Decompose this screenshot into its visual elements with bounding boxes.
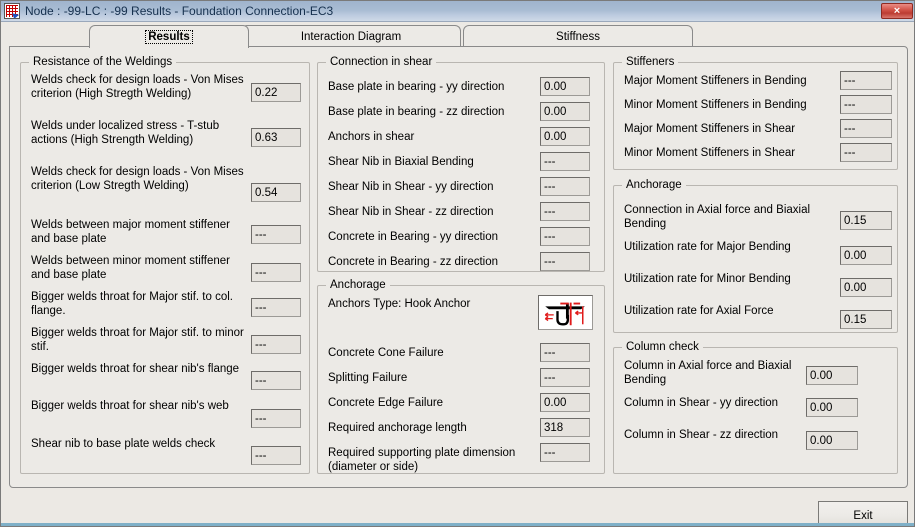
- field-concrete-cone-failure[interactable]: ---: [540, 343, 590, 362]
- label-shear-nib-biaxial-bending: Shear Nib in Biaxial Bending: [328, 156, 474, 168]
- label-base-plate-bearing-yy: Base plate in bearing - yy direction: [328, 81, 505, 93]
- field-welds-localized-stress[interactable]: 0.63: [251, 128, 301, 147]
- group-anchorage-right-title: Anchorage: [622, 179, 686, 191]
- field-shear-nib-base-plate-welds[interactable]: ---: [251, 446, 301, 465]
- label-concrete-cone-failure: Concrete Cone Failure: [328, 347, 444, 359]
- label-required-supporting-plate: Required supporting plate dimension (dia…: [328, 447, 516, 473]
- window-title: Node : -99-LC : -99 Results - Foundation…: [25, 4, 334, 18]
- field-concrete-edge-failure[interactable]: 0.00: [540, 393, 590, 412]
- field-column-shear-zz[interactable]: 0.00: [806, 431, 858, 450]
- field-throat-major-stif-col-flange[interactable]: ---: [251, 298, 301, 317]
- label-throat-shear-nib-web: Bigger welds throat for shear nib's web: [31, 400, 229, 412]
- field-minor-moment-stiffeners-shear[interactable]: ---: [840, 143, 892, 162]
- hook-anchor-diagram-icon: [538, 295, 593, 330]
- exit-button-label: Exit: [853, 510, 873, 522]
- application-window: Node : -99-LC : -99 Results - Foundation…: [0, 0, 915, 527]
- label-welds-minor-stiffener-base-plate: Welds between minor moment stiffener and…: [31, 255, 230, 281]
- tab-results[interactable]: Results: [89, 25, 249, 48]
- field-major-moment-stiffeners-shear[interactable]: ---: [840, 119, 892, 138]
- label-column-shear-zz: Column in Shear - zz direction: [624, 429, 779, 441]
- field-utilization-axial-force[interactable]: 0.15: [840, 310, 892, 329]
- label-welds-localized-stress: Welds under localized stress - T-stub ac…: [31, 120, 220, 146]
- label-connection-axial-biaxial-bending: Connection in Axial force and Biaxial Be…: [624, 204, 811, 230]
- field-anchors-in-shear[interactable]: 0.00: [540, 127, 590, 146]
- group-anchorage-right: Anchorage Connection in Axial force and …: [613, 179, 898, 333]
- group-anchorage-middle-title: Anchorage: [326, 279, 390, 291]
- field-required-anchorage-length[interactable]: 318: [540, 418, 590, 437]
- label-anchors-type: Anchors Type: Hook Anchor: [328, 298, 471, 310]
- tab-stiffness[interactable]: Stiffness: [463, 25, 693, 47]
- group-stiffeners-title: Stiffeners: [622, 56, 679, 68]
- group-anchorage-middle: Anchorage Anchors Type: Hook Anchor Conc…: [317, 279, 605, 474]
- client-area: Results Interaction Diagram Stiffness Re…: [1, 22, 914, 526]
- label-column-shear-yy: Column in Shear - yy direction: [624, 397, 779, 409]
- field-major-moment-stiffeners-bending[interactable]: ---: [840, 71, 892, 90]
- field-welds-check-low-strength[interactable]: 0.54: [251, 183, 301, 202]
- group-column-check: Column check Column in Axial force and B…: [613, 341, 898, 474]
- label-concrete-edge-failure: Concrete Edge Failure: [328, 397, 444, 409]
- field-connection-axial-biaxial-bending[interactable]: 0.15: [840, 211, 892, 230]
- bottom-accent-strip: [1, 523, 914, 526]
- field-minor-moment-stiffeners-bending[interactable]: ---: [840, 95, 892, 114]
- label-throat-major-stif-col-flange: Bigger welds throat for Major stif. to c…: [31, 291, 233, 317]
- field-throat-shear-nib-web[interactable]: ---: [251, 409, 301, 428]
- results-tab-panel: Resistance of the Weldings Welds check f…: [9, 46, 908, 488]
- label-required-anchorage-length: Required anchorage length: [328, 422, 467, 434]
- tab-interaction-diagram-label: Interaction Diagram: [300, 30, 402, 43]
- label-base-plate-bearing-zz: Base plate in bearing - zz direction: [328, 106, 505, 118]
- group-stiffeners: Stiffeners Major Moment Stiffeners in Be…: [613, 56, 898, 170]
- field-shear-nib-shear-zz[interactable]: ---: [540, 202, 590, 221]
- group-connection-in-shear: Connection in shear Base plate in bearin…: [317, 56, 605, 272]
- tab-stiffness-label: Stiffness: [556, 30, 600, 43]
- field-concrete-bearing-zz[interactable]: ---: [540, 252, 590, 271]
- field-shear-nib-biaxial-bending[interactable]: ---: [540, 152, 590, 171]
- label-column-axial-biaxial-bending: Column in Axial force and Biaxial Bendin…: [624, 360, 792, 386]
- field-shear-nib-shear-yy[interactable]: ---: [540, 177, 590, 196]
- field-utilization-minor-bending[interactable]: 0.00: [840, 278, 892, 297]
- label-shear-nib-shear-yy: Shear Nib in Shear - yy direction: [328, 181, 494, 193]
- field-utilization-major-bending[interactable]: 0.00: [840, 246, 892, 265]
- field-throat-shear-nib-flange[interactable]: ---: [251, 371, 301, 390]
- label-minor-moment-stiffeners-bending: Minor Moment Stiffeners in Bending: [624, 99, 807, 111]
- label-major-moment-stiffeners-shear: Major Moment Stiffeners in Shear: [624, 123, 796, 135]
- field-column-axial-biaxial-bending[interactable]: 0.00: [806, 366, 858, 385]
- field-splitting-failure[interactable]: ---: [540, 368, 590, 387]
- field-base-plate-bearing-yy[interactable]: 0.00: [540, 77, 590, 96]
- group-resistance-of-weldings-title: Resistance of the Weldings: [29, 56, 177, 68]
- field-concrete-bearing-yy[interactable]: ---: [540, 227, 590, 246]
- label-major-moment-stiffeners-bending: Major Moment Stiffeners in Bending: [624, 75, 807, 87]
- label-shear-nib-shear-zz: Shear Nib in Shear - zz direction: [328, 206, 494, 218]
- group-column-check-title: Column check: [622, 341, 703, 353]
- group-connection-in-shear-title: Connection in shear: [326, 56, 437, 68]
- label-splitting-failure: Splitting Failure: [328, 372, 408, 384]
- label-utilization-minor-bending: Utilization rate for Minor Bending: [624, 273, 791, 285]
- label-throat-major-stif-minor-stif: Bigger welds throat for Major stif. to m…: [31, 327, 244, 353]
- tab-interaction-diagram[interactable]: Interaction Diagram: [241, 25, 461, 47]
- label-utilization-major-bending: Utilization rate for Major Bending: [624, 241, 791, 253]
- close-icon[interactable]: ×: [881, 3, 913, 19]
- field-required-supporting-plate[interactable]: ---: [540, 443, 590, 462]
- field-column-shear-yy[interactable]: 0.00: [806, 398, 858, 417]
- title-bar: Node : -99-LC : -99 Results - Foundation…: [1, 1, 914, 22]
- label-minor-moment-stiffeners-shear: Minor Moment Stiffeners in Shear: [624, 147, 796, 159]
- field-base-plate-bearing-zz[interactable]: 0.00: [540, 102, 590, 121]
- field-throat-major-stif-minor-stif[interactable]: ---: [251, 335, 301, 354]
- group-resistance-of-weldings: Resistance of the Weldings Welds check f…: [20, 56, 310, 474]
- field-welds-major-stiffener-base-plate[interactable]: ---: [251, 225, 301, 244]
- label-shear-nib-base-plate-welds: Shear nib to base plate welds check: [31, 438, 216, 450]
- label-utilization-axial-force: Utilization rate for Axial Force: [624, 305, 774, 317]
- tab-strip: Results Interaction Diagram Stiffness: [9, 25, 909, 48]
- label-concrete-bearing-yy: Concrete in Bearing - yy direction: [328, 231, 499, 243]
- label-welds-major-stiffener-base-plate: Welds between major moment stiffener and…: [31, 219, 230, 245]
- field-welds-check-high-strength[interactable]: 0.22: [251, 83, 301, 102]
- field-welds-minor-stiffener-base-plate[interactable]: ---: [251, 263, 301, 282]
- label-concrete-bearing-zz: Concrete in Bearing - zz direction: [328, 256, 499, 268]
- label-throat-shear-nib-flange: Bigger welds throat for shear nib's flan…: [31, 363, 240, 375]
- tab-results-label: Results: [145, 30, 193, 44]
- label-welds-check-low-strength: Welds check for design loads - Von Mises…: [31, 166, 244, 192]
- label-anchors-in-shear: Anchors in shear: [328, 131, 415, 143]
- label-welds-check-high-strength: Welds check for design loads - Von Mises…: [31, 74, 244, 100]
- spreadsheet-icon: [4, 3, 20, 19]
